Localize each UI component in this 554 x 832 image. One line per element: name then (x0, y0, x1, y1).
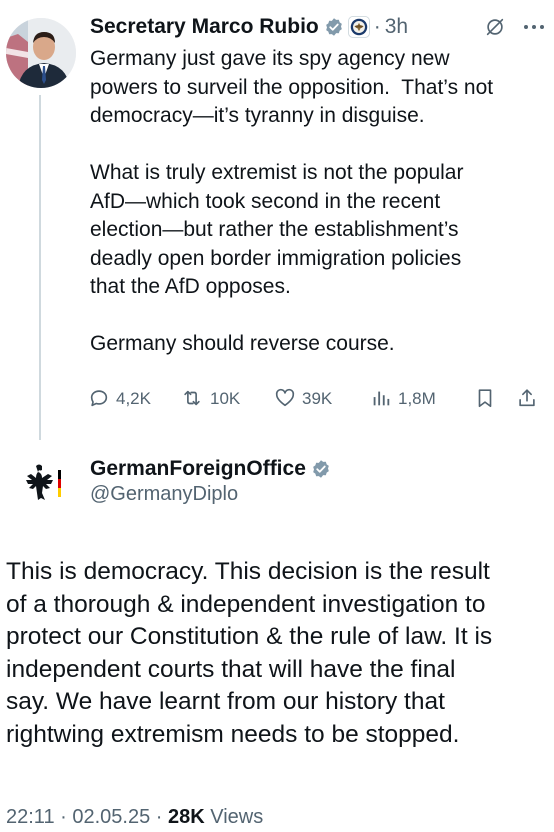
reply-handle[interactable]: @GermanyDiplo (90, 483, 238, 506)
share-button[interactable] (516, 386, 544, 410)
views-button[interactable]: 1,8M (370, 387, 474, 409)
federal-eagle-icon (20, 460, 66, 506)
share-icon (519, 389, 535, 407)
more-icon[interactable] (522, 23, 546, 31)
avatar-portrait-icon (6, 18, 76, 88)
view-count: 1,8M (398, 388, 436, 408)
tweet-header: Secretary Marco Rubio · 3h (90, 12, 546, 42)
reply-header: GermanForeignOffice (90, 455, 331, 483)
views-icon (373, 391, 390, 406)
reply-icon (90, 390, 108, 407)
reply-button[interactable]: 4,2K (88, 387, 180, 409)
thread-line (39, 95, 41, 440)
bookmark-icon (478, 389, 492, 408)
reply-text: This is democracy. This decision is the … (6, 558, 493, 748)
reply-count: 4,2K (116, 388, 151, 408)
reply-author-name[interactable]: GermanForeignOffice (90, 457, 306, 481)
repost-icon (184, 390, 200, 406)
tweet-timestamp[interactable]: 22:11 · 02.05.25 · (6, 806, 168, 828)
avatar[interactable] (6, 18, 76, 88)
author-name[interactable]: Secretary Marco Rubio (90, 15, 319, 39)
state-department-seal-icon (347, 16, 370, 38)
tweet-metadata: 22:11 · 02.05.25 · 28K Views (6, 806, 263, 829)
tweet-separator: · (373, 15, 381, 38)
verified-badge-icon (324, 17, 344, 37)
avatar[interactable] (20, 460, 66, 506)
like-button[interactable]: 39K (274, 387, 370, 409)
tweet-actions-bar: 4,2K 10K 39K 1,8M (88, 384, 548, 412)
bookmark-button[interactable] (474, 386, 516, 410)
like-icon (275, 388, 295, 407)
grok-icon[interactable] (484, 16, 506, 38)
repost-button[interactable]: 10K (180, 387, 274, 409)
tweet-text: Germany just gave its spy agency new pow… (90, 47, 494, 355)
tweet-time[interactable]: 3h (385, 15, 408, 39)
view-count-total: 28K (167, 806, 205, 828)
repost-count: 10K (210, 388, 241, 408)
like-count: 39K (302, 388, 333, 408)
views-label: Views (204, 806, 264, 828)
verified-badge-icon (311, 459, 331, 479)
